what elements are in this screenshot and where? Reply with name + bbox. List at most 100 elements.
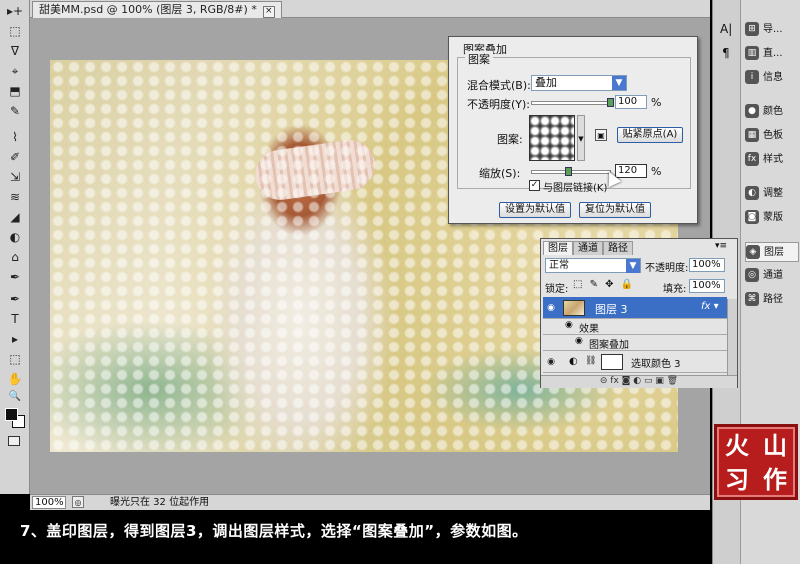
zoom-tool-icon[interactable]: 🔍 (5, 388, 25, 406)
color-panel-button[interactable]: ● 颜色 (745, 102, 799, 122)
status-bar: 100% ◎ 曝光只在 32 位起作用 (30, 494, 710, 510)
pattern-picker-arrow[interactable]: ▼ (577, 115, 585, 161)
healing-tool-icon[interactable]: ⌇ (5, 128, 25, 146)
brush-tool-icon[interactable]: ✐ (5, 148, 25, 166)
opacity-slider-track[interactable] (531, 101, 611, 105)
opacity-field[interactable]: 100 (615, 95, 647, 109)
caption-text: 7、盖印图层，得到图层3，调出图层样式，选择“图案叠加”，参数如图。 (20, 522, 528, 540)
quick-mask-icon[interactable] (8, 436, 20, 446)
info-panel-button[interactable]: i 信息 (745, 68, 799, 88)
document-tab-title: 甜美MM.psd @ 100% (图层 3, RGB/8#) * (39, 3, 257, 16)
chevron-down-icon: ▼ (626, 259, 640, 273)
pattern-overlay-effect-row[interactable]: ◉ 图案叠加 (543, 335, 727, 351)
link-with-layer-checkbox[interactable]: ✓ (529, 180, 540, 191)
lasso-tool-icon[interactable]: ᐁ (5, 42, 25, 60)
type-tool-icon[interactable]: T (5, 310, 25, 328)
opacity-label: 不透明度(Y): (467, 98, 531, 111)
history-brush-tool-icon[interactable]: ≋ (5, 188, 25, 206)
watermark-seal: 火 山 习 作 (714, 424, 798, 500)
layers-footer-icons[interactable]: ⊝ fx ◙ ◐ ▭ ▣ 🗑 (541, 375, 737, 388)
navigator-panel-button[interactable]: ⊞ 导... (745, 20, 799, 40)
channels-panel-button[interactable]: ◎ 通道 (745, 266, 799, 286)
eraser-tool-icon[interactable]: ◢ (5, 208, 25, 226)
chevron-down-icon: ▼ (612, 76, 626, 90)
stamp-tool-icon[interactable]: ⇲ (5, 168, 25, 186)
seal-char: 山 (763, 432, 787, 460)
make-default-button[interactable]: 设置为默认值 (499, 202, 571, 218)
status-text: 曝光只在 32 位起作用 (110, 497, 210, 508)
character-panel-icon[interactable]: A| (720, 22, 732, 36)
sponge-tool-icon[interactable]: ✒ (5, 268, 25, 286)
effects-row[interactable]: ◉ 效果 (543, 319, 727, 335)
layer-row-layer3[interactable]: ◉ 图层 3 fx ▾ (543, 297, 727, 319)
quick-select-tool-icon[interactable]: ⌖ (5, 62, 25, 80)
status-info-icon[interactable]: ◎ (72, 496, 84, 508)
masks-panel-button[interactable]: ◙ 蒙版 (745, 208, 799, 228)
close-icon[interactable]: × (262, 6, 275, 18)
hand-tool-icon[interactable]: ✋ (5, 370, 25, 388)
pattern-swatch[interactable] (529, 115, 575, 161)
eye-icon[interactable]: ◉ (545, 302, 557, 314)
adjustments-icon: ◐ (745, 186, 759, 200)
link-icon: ⛓ (585, 356, 597, 366)
blend-mode-label: 混合模式(B): (467, 79, 531, 92)
swatches-panel-button[interactable]: ▦ 色板 (745, 126, 799, 146)
layer-blend-mode-select[interactable]: 正常 ▼ (545, 258, 641, 273)
seal-char: 火 (725, 432, 749, 460)
opacity-slider-handle[interactable] (607, 98, 614, 107)
scale-label: 缩放(S): (479, 167, 521, 180)
seal-char: 习 (725, 466, 749, 494)
pattern-label: 图案: (497, 133, 523, 146)
mask-thumbnail (601, 354, 623, 370)
foreground-color-swatch[interactable] (5, 408, 18, 421)
layers-scrollbar[interactable] (727, 299, 737, 375)
paths-panel-button[interactable]: ⌘ 路径 (745, 290, 799, 310)
fill-field[interactable]: 100% (689, 279, 725, 293)
panel-menu-icon[interactable]: ▾≡ (715, 241, 727, 251)
reset-default-button[interactable]: 复位为默认值 (579, 202, 651, 218)
tab-layers[interactable]: 图层 (543, 241, 573, 255)
snap-to-origin-button[interactable]: 贴紧原点(A) (617, 127, 683, 143)
blend-mode-select[interactable]: 叠加 ▼ (531, 75, 627, 91)
eyedropper-tool-icon[interactable]: ✎ (5, 102, 25, 120)
scale-field[interactable]: 120 (615, 164, 647, 178)
shape-tool-icon[interactable]: ⬚ (5, 350, 25, 368)
histogram-panel-button[interactable]: ▥ 直... (745, 44, 799, 64)
layer-name: 图层 3 (595, 303, 628, 316)
document-tab[interactable]: 甜美MM.psd @ 100% (图层 3, RGB/8#) * × (32, 1, 282, 18)
lock-icons[interactable]: ⬚ ✎ ✥ 🔒 (573, 279, 635, 290)
layers-panel-button[interactable]: ◈ 图层 (745, 242, 799, 262)
zoom-level-field[interactable]: 100% (32, 496, 66, 509)
marquee-tool-icon[interactable]: ⬚ (5, 22, 25, 40)
scale-slider-handle[interactable] (565, 167, 572, 176)
effects-eye-icon[interactable]: ◉ (565, 320, 573, 330)
move-tool-icon[interactable]: ▸+ (5, 2, 25, 20)
gradient-tool-icon[interactable]: ◐ (5, 228, 25, 246)
crop-tool-icon[interactable]: ⬒ (5, 82, 25, 100)
paths-icon: ⌘ (745, 292, 759, 306)
layer-opacity-field[interactable]: 100% (689, 258, 725, 272)
tab-channels[interactable]: 通道 (573, 241, 603, 255)
dodge-tool-icon[interactable]: ⌂ (5, 248, 25, 266)
pen-tool-icon[interactable]: ✒ (5, 290, 25, 308)
layer-opacity-label: 不透明度: (645, 263, 689, 274)
layers-icon: ◈ (746, 245, 760, 259)
effect-eye-icon[interactable]: ◉ (575, 336, 583, 346)
path-select-tool-icon[interactable]: ▸ (5, 330, 25, 348)
pattern-overlay-dialog: 图案叠加 图案 混合模式(B): 叠加 ▼ 不透明度(Y): 100 % 图案: … (448, 36, 698, 224)
tab-paths[interactable]: 路径 (603, 241, 633, 255)
layer-thumbnail (563, 300, 585, 316)
fx-badge[interactable]: fx ▾ (701, 301, 719, 312)
paragraph-panel-icon[interactable]: ¶ (722, 46, 730, 60)
info-icon: i (745, 70, 759, 84)
styles-panel-button[interactable]: fx 样式 (745, 150, 799, 170)
new-preset-icon[interactable]: ▣ (595, 129, 607, 141)
opacity-percent: % (651, 96, 662, 109)
fill-label: 填充: (663, 284, 687, 295)
eye-icon[interactable]: ◉ (545, 356, 557, 368)
lock-label: 锁定: (545, 284, 569, 295)
layer-row-selective-color[interactable]: ◉ ◐ ⛓ 选取颜色 3 (543, 351, 727, 373)
color-icon: ● (745, 104, 759, 118)
layers-panel: 图层 通道 路径 ▾≡ 正常 ▼ 不透明度: 100% 锁定: ⬚ ✎ ✥ 🔒 填… (540, 238, 738, 388)
adjustments-panel-button[interactable]: ◐ 调整 (745, 184, 799, 204)
